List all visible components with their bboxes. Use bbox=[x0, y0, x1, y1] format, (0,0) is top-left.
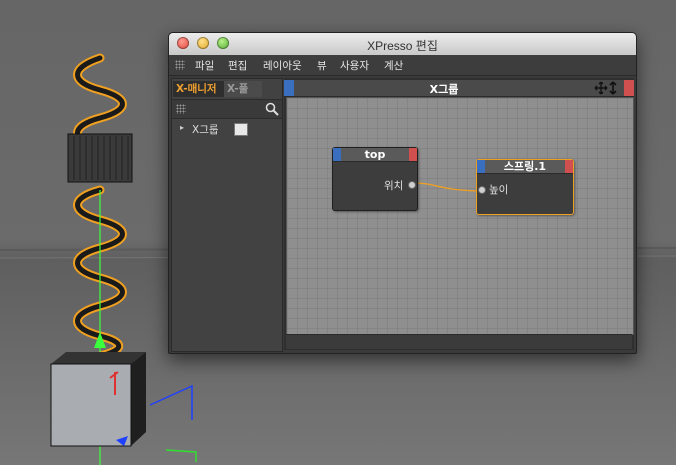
port-height-label: 높이 bbox=[489, 184, 509, 196]
group-header[interactable]: X그룹 bbox=[284, 80, 634, 97]
manager-toolbar bbox=[172, 99, 282, 119]
group-output-port-area[interactable] bbox=[624, 80, 634, 96]
tree-item-label: X그룹 bbox=[192, 124, 219, 136]
node-editor: X그룹 top 위치 스프링.1 높이 bbox=[284, 78, 634, 350]
node-top-header[interactable]: top bbox=[333, 148, 417, 162]
node-top-title: top bbox=[364, 148, 386, 161]
menu-layout[interactable]: 레이아웃 bbox=[263, 58, 302, 73]
manager-grip-icon[interactable] bbox=[176, 104, 186, 114]
title-bar[interactable]: XPresso 편집 bbox=[169, 33, 636, 56]
menu-grip-icon[interactable] bbox=[175, 60, 185, 70]
node-spring-header[interactable]: 스프링.1 bbox=[477, 160, 573, 174]
port-height-input[interactable] bbox=[478, 186, 486, 194]
tab-x-manager[interactable]: X-매니저 bbox=[173, 81, 227, 97]
cube-object[interactable] bbox=[50, 352, 146, 447]
search-icon[interactable] bbox=[265, 102, 279, 116]
node-canvas[interactable]: top 위치 스프링.1 높이 bbox=[286, 97, 634, 335]
menu-edit[interactable]: 편집 bbox=[228, 58, 247, 73]
menu-user[interactable]: 사용자 bbox=[340, 58, 369, 73]
node-spring-title: 스프링.1 bbox=[503, 160, 547, 173]
xpresso-node-icon bbox=[234, 123, 248, 136]
tab-x-pool[interactable]: X-풀 bbox=[224, 81, 262, 97]
menu-file[interactable]: 파일 bbox=[195, 58, 214, 73]
menu-calculate[interactable]: 계산 bbox=[384, 58, 403, 73]
port-position-output[interactable] bbox=[408, 181, 416, 189]
horizontal-scrollbar[interactable] bbox=[286, 334, 632, 349]
tree-item-xgroup[interactable]: ▸ X그룹 bbox=[172, 121, 282, 137]
window-title: XPresso 편집 bbox=[367, 39, 438, 53]
node-top-output-port-area[interactable] bbox=[409, 148, 417, 161]
chevron-right-icon[interactable]: ▸ bbox=[180, 123, 184, 132]
menu-bar: 파일 편집 레이아웃 뷰 사용자 계산 bbox=[169, 55, 636, 76]
menu-view[interactable]: 뷰 bbox=[317, 58, 327, 73]
node-spring[interactable]: 스프링.1 높이 bbox=[476, 159, 574, 215]
node-spring-output-port-area[interactable] bbox=[565, 160, 573, 173]
x-manager-panel: X-매니저 X-풀 ▸ X그룹 bbox=[171, 78, 283, 352]
xpresso-editor-window[interactable]: XPresso 편집 파일 편집 레이아웃 뷰 사용자 계산 X-매니저 X-풀… bbox=[168, 32, 637, 354]
node-connection-wire[interactable] bbox=[287, 98, 633, 334]
move-icon[interactable] bbox=[594, 81, 620, 95]
port-position-label: 위치 bbox=[384, 180, 404, 192]
group-title: X그룹 bbox=[429, 83, 459, 96]
node-top[interactable]: top 위치 bbox=[332, 147, 418, 211]
